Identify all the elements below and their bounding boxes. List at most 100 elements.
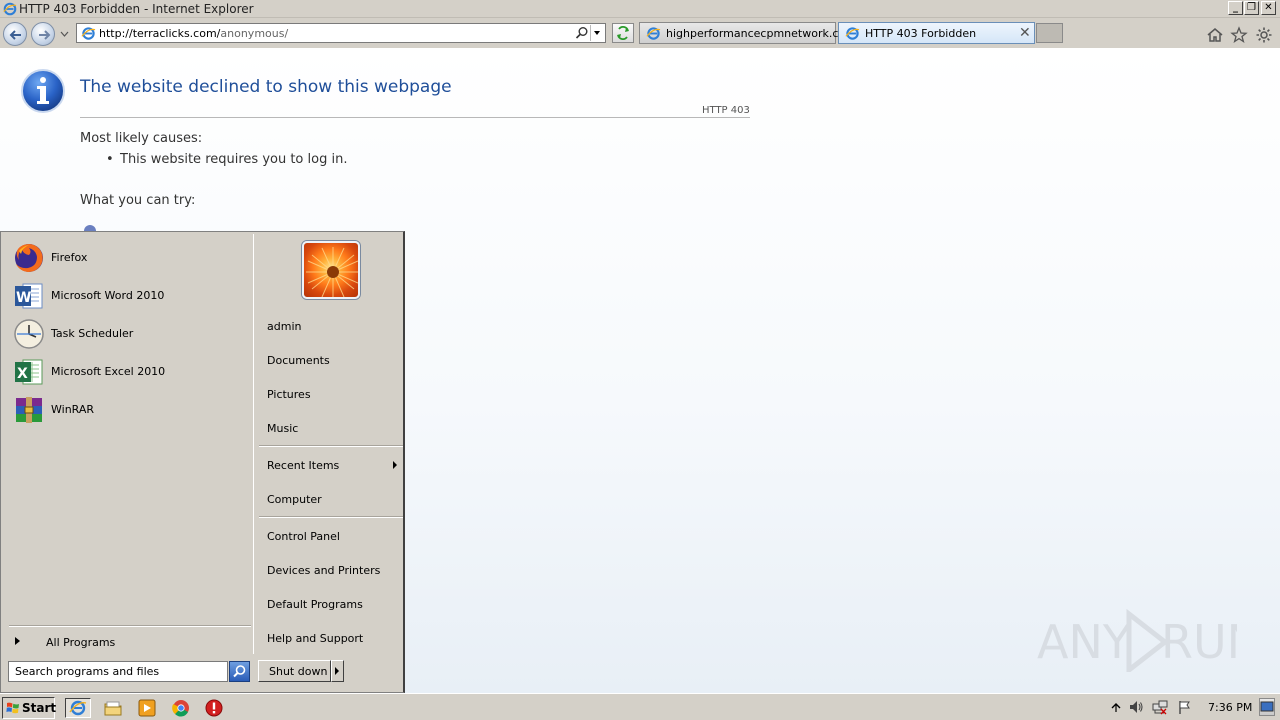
- user-avatar[interactable]: [302, 241, 360, 299]
- taskbar-internet-explorer[interactable]: [65, 698, 91, 718]
- places-admin[interactable]: admin: [259, 314, 401, 338]
- back-button[interactable]: [3, 22, 27, 46]
- shut-down-options-button[interactable]: [331, 660, 344, 682]
- window-title: HTTP 403 Forbidden - Internet Explorer: [19, 2, 254, 16]
- address-dropdown-button[interactable]: [590, 25, 604, 41]
- forward-button[interactable]: [31, 22, 55, 46]
- search-button[interactable]: [229, 661, 250, 682]
- places-recent-items[interactable]: Recent Items: [259, 453, 401, 477]
- compatibility-refresh-button[interactable]: [612, 23, 634, 43]
- home-icon[interactable]: [1206, 26, 1224, 44]
- program-label: WinRAR: [51, 403, 95, 416]
- volume-icon[interactable]: [1128, 699, 1144, 715]
- restore-button[interactable]: ❐: [1244, 1, 1259, 15]
- media-player-icon[interactable]: [136, 698, 158, 718]
- page-ie-icon: [81, 27, 96, 40]
- title-divider: [80, 117, 750, 118]
- places-label: Default Programs: [267, 598, 363, 611]
- program-label: Task Scheduler: [51, 327, 134, 340]
- address-url[interactable]: http://terraclicks.com/anonymous/: [99, 27, 288, 40]
- places-pictures[interactable]: Pictures: [259, 382, 401, 406]
- chevron-right-icon: [335, 667, 339, 675]
- program-winrar[interactable]: WinRAR: [11, 392, 249, 428]
- history-dropdown-icon[interactable]: [60, 30, 69, 38]
- search-input[interactable]: [9, 662, 227, 681]
- start-label: Start: [22, 701, 57, 715]
- watermark-text-run: RUN: [1161, 615, 1237, 669]
- network-icon[interactable]: [1152, 699, 1168, 715]
- show-hidden-icons-icon[interactable]: [1108, 699, 1124, 715]
- error-code: HTTP 403: [702, 105, 750, 116]
- forward-arrow-icon: [39, 30, 51, 40]
- program-label: Microsoft Excel 2010: [51, 365, 166, 378]
- places-documents[interactable]: Documents: [259, 348, 401, 372]
- favorites-star-icon[interactable]: [1230, 26, 1248, 44]
- gear-icon[interactable]: [1255, 26, 1273, 44]
- clock-icon: [14, 319, 44, 349]
- action-center-flag-icon[interactable]: [1177, 699, 1193, 715]
- tab-highperformancecpmnetwork[interactable]: highperformancecpmnetwork.com: [639, 22, 856, 44]
- places-label: Recent Items: [267, 459, 340, 472]
- shut-down-label: Shut down: [269, 665, 328, 678]
- tab-close-icon[interactable]: ✕: [1019, 25, 1031, 41]
- all-programs-label: All Programs: [46, 636, 116, 649]
- flower-picture-icon: [306, 247, 358, 297]
- cause-item: This website requires you to log in.: [120, 152, 348, 167]
- chrome-icon[interactable]: [170, 698, 192, 718]
- show-desktop-button[interactable]: [1259, 698, 1275, 716]
- windows-logo-icon: [6, 702, 19, 714]
- places-devices-printers[interactable]: Devices and Printers: [259, 558, 401, 582]
- places-help-support[interactable]: Help and Support: [259, 626, 401, 650]
- address-bar[interactable]: http://terraclicks.com/anonymous/: [76, 23, 606, 43]
- windows-explorer-icon[interactable]: [102, 698, 124, 718]
- programs-divider: [9, 625, 251, 627]
- magnifier-icon: [233, 665, 246, 678]
- program-firefox[interactable]: Firefox: [11, 240, 249, 276]
- url-path: anonymous/: [220, 27, 289, 40]
- navigation-bar: http://terraclicks.com/anonymous/ highpe…: [0, 18, 1280, 48]
- places-label: Control Panel: [267, 530, 340, 543]
- places-divider: [259, 516, 403, 518]
- taskbar-clock[interactable]: 7:36 PM: [1208, 701, 1252, 714]
- start-menu: Firefox W Microsoft Word 2010 Task Sched…: [0, 231, 405, 693]
- places-label: admin: [267, 320, 302, 333]
- places-computer[interactable]: Computer: [259, 487, 401, 511]
- tab-ie-icon: [646, 27, 661, 40]
- close-button[interactable]: ✕: [1261, 1, 1276, 15]
- program-excel[interactable]: X Microsoft Excel 2010: [11, 354, 249, 390]
- start-button[interactable]: Start: [2, 697, 57, 719]
- internet-explorer-icon: [69, 700, 87, 716]
- back-arrow-icon: [9, 30, 21, 40]
- places-control-panel[interactable]: Control Panel: [259, 524, 401, 548]
- page-title: The website declined to show this webpag…: [80, 77, 452, 97]
- bullet-point: •: [106, 152, 114, 167]
- chevron-right-icon: [15, 637, 20, 645]
- places-label: Devices and Printers: [267, 564, 381, 577]
- program-task-scheduler[interactable]: Task Scheduler: [11, 316, 249, 352]
- window-title-bar: HTTP 403 Forbidden - Internet Explorer _…: [0, 0, 1280, 18]
- stop-sign-icon[interactable]: [203, 698, 225, 718]
- start-search-box[interactable]: [8, 661, 228, 682]
- word-icon: W: [15, 283, 43, 309]
- chevron-down-icon: [594, 31, 600, 35]
- desktop-icon: [1260, 701, 1274, 712]
- shut-down-button[interactable]: Shut down: [258, 660, 331, 682]
- places-default-programs[interactable]: Default Programs: [259, 592, 401, 616]
- places-music[interactable]: Music: [259, 416, 401, 440]
- tab-label: HTTP 403 Forbidden: [865, 27, 977, 40]
- places-label: Pictures: [267, 388, 311, 401]
- info-icon: [21, 69, 65, 113]
- minimize-button[interactable]: _: [1228, 1, 1243, 15]
- chevron-right-icon: [393, 461, 397, 469]
- program-label: Firefox: [51, 251, 88, 264]
- search-icon[interactable]: [575, 26, 589, 40]
- excel-icon: X: [15, 359, 43, 385]
- start-menu-places-pane: admin Documents Pictures Music Recent It…: [257, 234, 403, 654]
- new-tab-button[interactable]: [1036, 23, 1063, 43]
- anyrun-watermark: ANY RUN: [1037, 608, 1237, 672]
- tab-label: highperformancecpmnetwork.com: [666, 27, 856, 40]
- program-word[interactable]: W Microsoft Word 2010: [11, 278, 249, 314]
- places-label: Documents: [267, 354, 330, 367]
- all-programs-button[interactable]: All Programs: [9, 632, 249, 652]
- tab-http-403-forbidden[interactable]: HTTP 403 Forbidden ✕: [838, 22, 1035, 44]
